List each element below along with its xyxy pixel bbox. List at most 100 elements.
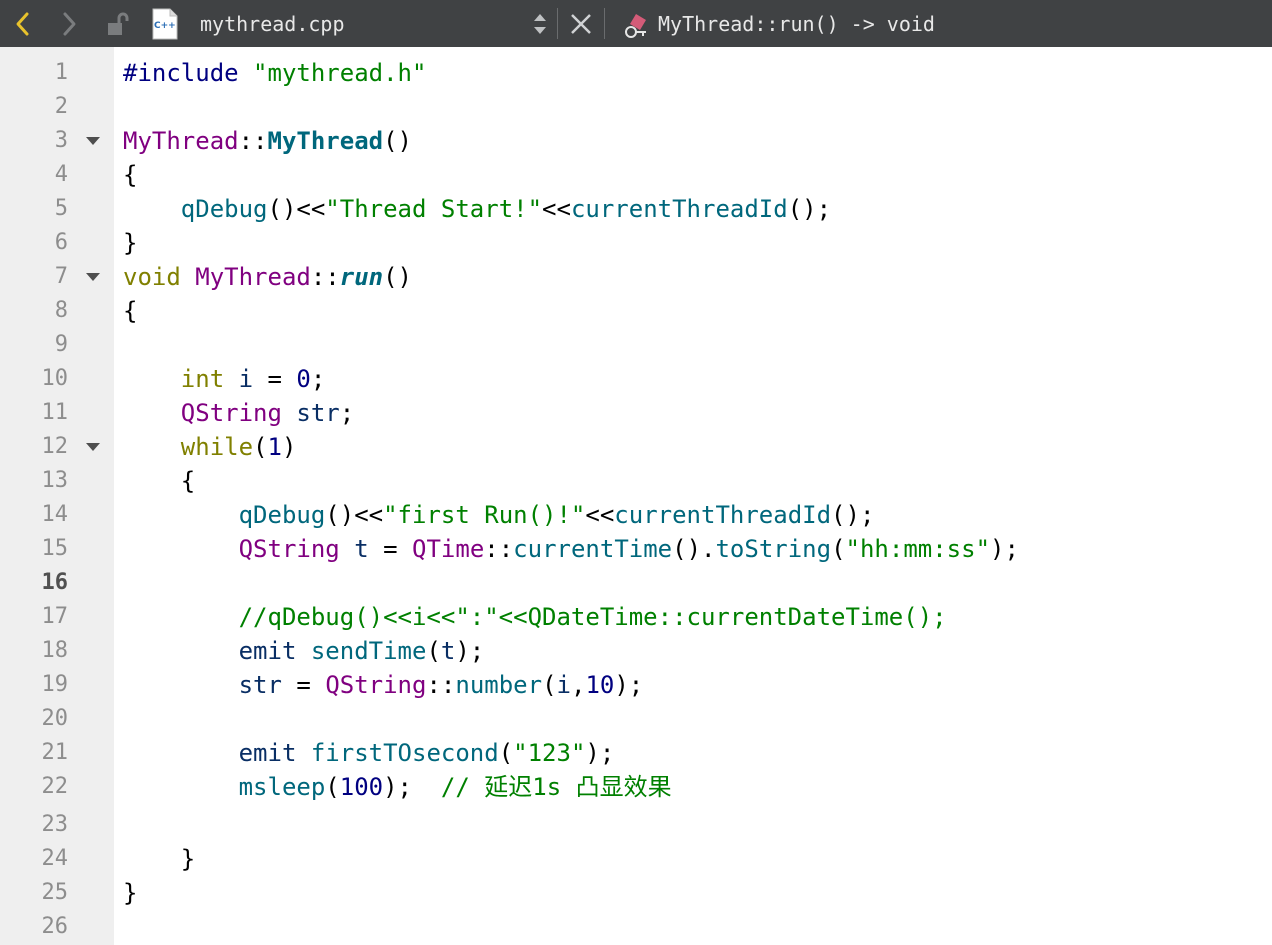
fold-arrow-icon[interactable] xyxy=(86,443,100,451)
code-token: = xyxy=(368,535,413,563)
code-line[interactable]: int i = 0; xyxy=(123,364,326,394)
close-icon[interactable] xyxy=(568,11,594,37)
code-editor[interactable]: #include "mythread.h" MyThread::MyThread(… xyxy=(114,47,1272,945)
code-token: MyThread xyxy=(123,127,239,155)
fold-arrow-icon[interactable] xyxy=(86,137,100,145)
code-token: t xyxy=(440,637,456,665)
line-number[interactable]: 23 xyxy=(0,810,69,840)
updown-arrows-icon[interactable] xyxy=(530,10,550,38)
code-token: = xyxy=(281,671,326,699)
code-token: { xyxy=(123,297,138,325)
code-token: t xyxy=(354,535,369,563)
line-number[interactable]: 2 xyxy=(0,92,68,122)
code-line[interactable]: { xyxy=(123,466,195,496)
code-token: QString xyxy=(180,399,282,427)
chevron-right-icon[interactable] xyxy=(56,9,82,39)
line-number[interactable]: 15 xyxy=(0,534,69,564)
line-number[interactable]: 18 xyxy=(0,636,69,666)
lock-icon[interactable] xyxy=(105,10,131,38)
current-symbol-combo[interactable]: MyThread::run() -> void xyxy=(658,11,935,37)
code-token: currentThreadId xyxy=(614,501,832,529)
line-number[interactable]: 11 xyxy=(0,398,69,428)
code-token: 100 xyxy=(339,773,384,801)
line-number[interactable]: 1 xyxy=(0,58,68,88)
code-line[interactable]: QString t = QTime::currentTime().toStrin… xyxy=(123,534,1019,564)
line-number[interactable]: 21 xyxy=(0,738,69,768)
code-token: ( xyxy=(542,671,557,699)
code-line[interactable]: } xyxy=(123,844,195,874)
toolbar-separator xyxy=(557,8,558,39)
code-token: "123" xyxy=(513,739,586,767)
code-line[interactable]: { xyxy=(123,160,137,190)
code-line[interactable]: MyThread::MyThread() xyxy=(123,126,412,156)
code-token: } xyxy=(123,229,138,257)
code-token: run xyxy=(339,263,384,291)
line-number[interactable]: 5 xyxy=(0,194,68,224)
code-token: } xyxy=(123,879,138,907)
line-number[interactable]: 7 xyxy=(0,262,68,292)
chevron-left-icon[interactable] xyxy=(10,9,36,39)
code-line[interactable]: qDebug()<<"Thread Start!"<<currentThread… xyxy=(123,194,831,224)
code-token: { xyxy=(123,467,196,495)
line-number[interactable]: 25 xyxy=(0,878,69,908)
line-number-gutter[interactable]: 1 2 3 4 5 6 7 8 9 10 11 12 13 14 15 16 17 18 19 20 21 22 23 24 2… xyxy=(0,47,114,945)
line-number[interactable]: 19 xyxy=(0,670,69,700)
line-number[interactable]: 3 xyxy=(0,126,68,156)
fold-arrow-icon[interactable] xyxy=(86,273,100,281)
code-token: () xyxy=(383,127,412,155)
code-token: (); xyxy=(831,501,875,529)
code-line[interactable]: { xyxy=(123,296,137,326)
code-line[interactable]: QString str; xyxy=(123,398,354,428)
code-token: str xyxy=(238,671,282,699)
line-number[interactable]: 26 xyxy=(0,912,69,942)
code-line[interactable]: while(1) xyxy=(123,432,297,462)
code-line[interactable]: msleep(100); // 延迟1s 凸显效果 xyxy=(123,772,672,802)
code-token: ()<< xyxy=(267,195,326,223)
line-number[interactable]: 14 xyxy=(0,500,69,530)
code-token: ; xyxy=(339,399,355,427)
code-token: ( xyxy=(325,773,340,801)
code-line[interactable]: emit sendTime(t); xyxy=(123,636,485,666)
line-number[interactable]: 22 xyxy=(0,772,69,802)
line-number[interactable]: 9 xyxy=(0,330,68,360)
line-number[interactable]: 12 xyxy=(0,432,69,462)
code-token: currentTime xyxy=(513,535,673,563)
code-token: #include xyxy=(123,59,239,87)
code-line[interactable]: #include "mythread.h" xyxy=(123,58,426,88)
code-token: :: xyxy=(484,535,514,563)
code-line[interactable]: qDebug()<<"first Run()!"<<currentThreadI… xyxy=(123,500,875,530)
code-line[interactable]: str = QString::number(i,10); xyxy=(123,670,644,700)
line-number[interactable]: 6 xyxy=(0,228,68,258)
code-token: while xyxy=(180,433,254,461)
line-number[interactable]: 17 xyxy=(0,602,69,632)
code-line[interactable]: //qDebug()<<i<<":"<<QDateTime::currentDa… xyxy=(123,602,947,632)
line-number[interactable]: 16 xyxy=(0,568,69,598)
code-line[interactable]: } xyxy=(123,878,137,908)
code-token: (); xyxy=(787,195,832,223)
open-file-combo[interactable]: mythread.cpp xyxy=(200,11,345,37)
code-token: ) xyxy=(281,433,297,461)
line-number[interactable]: 24 xyxy=(0,844,69,874)
line-number[interactable]: 20 xyxy=(0,704,69,734)
class-method-icon xyxy=(622,10,656,40)
code-token: 10 xyxy=(585,671,615,699)
code-token: sendTime xyxy=(310,637,427,665)
code-line[interactable]: emit firstTOsecond("123"); xyxy=(123,738,615,768)
line-number[interactable]: 13 xyxy=(0,466,69,496)
code-line[interactable]: void MyThread::run() xyxy=(123,262,412,292)
code-token: int xyxy=(180,365,225,393)
line-number[interactable]: 8 xyxy=(0,296,68,326)
line-number[interactable]: 10 xyxy=(0,364,69,394)
code-line[interactable]: } xyxy=(123,228,137,258)
code-token: ( xyxy=(498,739,514,767)
code-token: "mythread.h" xyxy=(253,59,427,87)
line-number[interactable]: 4 xyxy=(0,160,68,190)
code-token: ( xyxy=(831,535,846,563)
